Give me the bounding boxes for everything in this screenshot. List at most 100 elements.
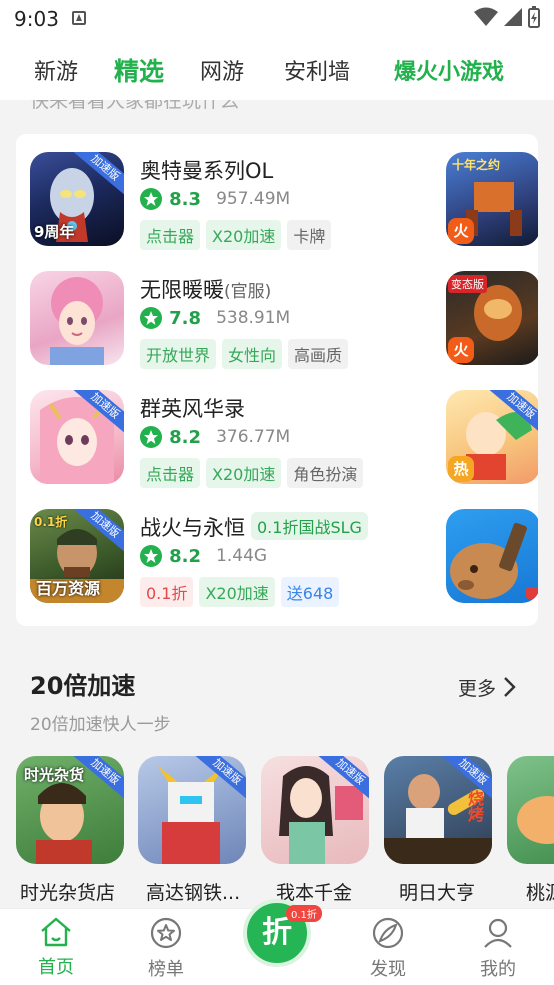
icon-overlay-text: 烧烤 [465, 790, 484, 822]
hot-badge: 火 [448, 337, 474, 363]
game-name: 战火与永恒 0.1折国战SLG [140, 512, 368, 542]
discount-badge: 0.1折 [286, 905, 322, 922]
tab-hot-mini-games[interactable]: 爆火小游戏 [394, 54, 504, 86]
chevron-right-icon [504, 677, 516, 697]
game-title: 群英风华录 [140, 397, 245, 421]
game-tag: 女性向 [222, 339, 283, 369]
nav-label: 首页 [38, 957, 74, 978]
game-tags: 0.1折 X20加速 送648 [140, 577, 345, 607]
discover-icon [372, 917, 404, 949]
game-icon-zhanhuo[interactable]: 加速版 0.1折 百万资源 [30, 509, 124, 603]
ranking-star-icon [150, 917, 182, 949]
game-rating-line: 8.2 376.77M [140, 426, 290, 452]
speed-game-icon[interactable]: 时光杂货 加速版 [16, 756, 124, 864]
more-label: 更多 [458, 678, 497, 700]
rating-star-icon [140, 307, 162, 329]
game-rating-line: 7.8 538.91M [140, 307, 290, 333]
speed-game-icon[interactable]: 烧烤 加速版 [384, 756, 492, 864]
game-tag: 高画质 [288, 339, 349, 369]
rating-star-icon [140, 188, 162, 210]
section-subtitle: 20倍加速快人一步 [30, 715, 171, 735]
game-tag: 点击器 [140, 220, 201, 250]
game-tag: X20加速 [206, 458, 282, 488]
home-icon [41, 917, 71, 947]
side-game-icon[interactable]: 变态版 火 [446, 271, 538, 365]
icon-corner-text: 0.1折 [34, 515, 68, 529]
game-rating-line: 8.2 1.44G [140, 545, 267, 571]
game-tags: 开放世界 女性向 高画质 [140, 339, 354, 369]
icon-overlay-text: 百万资源 [36, 579, 101, 598]
hot-badge: 热 [448, 456, 474, 482]
profile-icon [484, 918, 512, 948]
game-list-item[interactable]: 加速版 9周年 奥特曼系列OL 8.3 957.49M 点击器 X20加速 卡牌 [30, 152, 430, 252]
section-hint-text: 快来看看大家都在玩什么 [30, 100, 240, 112]
status-time: 9:03 [14, 7, 59, 31]
game-tag: X20加速 [199, 577, 275, 607]
game-size: 538.91M [216, 308, 291, 328]
speed-game-icon[interactable] [507, 756, 554, 864]
game-name: 群英风华录 [140, 393, 245, 423]
speed-game-name: 桃源 [526, 882, 554, 904]
game-list-item[interactable]: 无限暖暖(官服) 7.8 538.91M 开放世界 女性向 高画质 [30, 271, 430, 371]
game-tag: X20加速 [206, 220, 282, 250]
game-rating: 8.2 [169, 545, 201, 567]
icon-overlay-text: 变态版 [448, 275, 487, 293]
section-title: 20倍加速 [30, 672, 136, 700]
speed-game-name: 明日大亨 [399, 882, 476, 904]
rating-star-icon [140, 545, 162, 567]
signal-icon [503, 8, 522, 26]
peach-art-icon [517, 796, 554, 844]
nav-home[interactable]: 首页 [16, 917, 96, 979]
icon-overlay-text: 十年之约 [452, 158, 501, 172]
game-tag: 开放世界 [140, 339, 217, 369]
game-size: 376.77M [216, 427, 291, 447]
nav-label: 发现 [370, 959, 406, 980]
top-tab-bar: 新游 精选 网游 安利墙 爆火小游戏 [0, 38, 554, 100]
side-game-icon[interactable] [446, 509, 538, 603]
game-list-item[interactable]: 加速版 0.1折 百万资源 战火与永恒 0.1折国战SLG 8.2 1.44G 0… [30, 509, 430, 609]
game-rating-line: 8.3 957.49M [140, 188, 290, 214]
bottom-nav: 首页 榜单 折 0.1折 发现 我的 [0, 899, 554, 985]
tab-new-games[interactable]: 新游 [34, 54, 78, 86]
game-tag: 送648 [280, 577, 340, 607]
game-rating: 7.8 [169, 307, 201, 329]
battery-icon [528, 6, 540, 28]
game-tags: 点击器 X20加速 角色扮演 [140, 458, 369, 488]
rating-star-icon [140, 426, 162, 448]
game-tags: 点击器 X20加速 卡牌 [140, 220, 337, 250]
game-title: 战火与永恒 [140, 516, 245, 540]
game-rating: 8.3 [169, 188, 201, 210]
hot-badge: 火 [448, 218, 474, 244]
game-tag: 角色扮演 [287, 458, 364, 488]
game-rating: 8.2 [169, 426, 201, 448]
tab-featured[interactable]: 精选 [114, 52, 164, 88]
nav-discover[interactable]: 发现 [348, 917, 428, 981]
main-content[interactable]: 快来看看大家都在玩什么 加速版 9周年 奥特曼系列OL 8.3 957.49M [0, 100, 554, 908]
game-icon-infinity-nikki[interactable] [30, 271, 124, 365]
nav-label: 榜单 [148, 959, 184, 980]
game-tag: 0.1折 [140, 577, 194, 607]
game-list-item[interactable]: 加速版 群英风华录 8.2 376.77M 点击器 X20加速 角色扮演 [30, 390, 430, 490]
status-indicators [473, 6, 540, 30]
status-bar: 9:03 [0, 0, 554, 38]
nav-ranking[interactable]: 榜单 [126, 917, 206, 981]
game-icon-ultraman[interactable]: 加速版 9周年 [30, 152, 124, 246]
featured-games-card: 加速版 9周年 奥特曼系列OL 8.3 957.49M 点击器X20加速卡牌 [16, 134, 538, 626]
speed-game-name: 时光杂货店 [20, 882, 116, 904]
nikki-art-icon [50, 277, 104, 365]
game-icon-qunying[interactable]: 加速版 [30, 390, 124, 484]
tab-online-games[interactable]: 网游 [200, 54, 244, 86]
tab-recommend-wall[interactable]: 安利墙 [284, 54, 350, 86]
side-game-icon[interactable]: 加速版 热 [446, 390, 538, 484]
game-title: 无限暖暖 [140, 278, 224, 302]
game-edition: (官服) [224, 282, 272, 302]
more-button[interactable]: 更多 [458, 674, 516, 701]
nav-profile[interactable]: 我的 [458, 917, 538, 981]
game-size: 1.44G [216, 546, 268, 566]
speed-game-icon[interactable]: 加速版 [261, 756, 369, 864]
capybara-art-icon [450, 522, 538, 599]
speed-game-icon[interactable]: 加速版 [138, 756, 246, 864]
icon-overlay-text: 时光杂货 [24, 766, 85, 784]
game-tag: 卡牌 [287, 220, 332, 250]
side-game-icon[interactable]: 十年之约 火 [446, 152, 538, 246]
